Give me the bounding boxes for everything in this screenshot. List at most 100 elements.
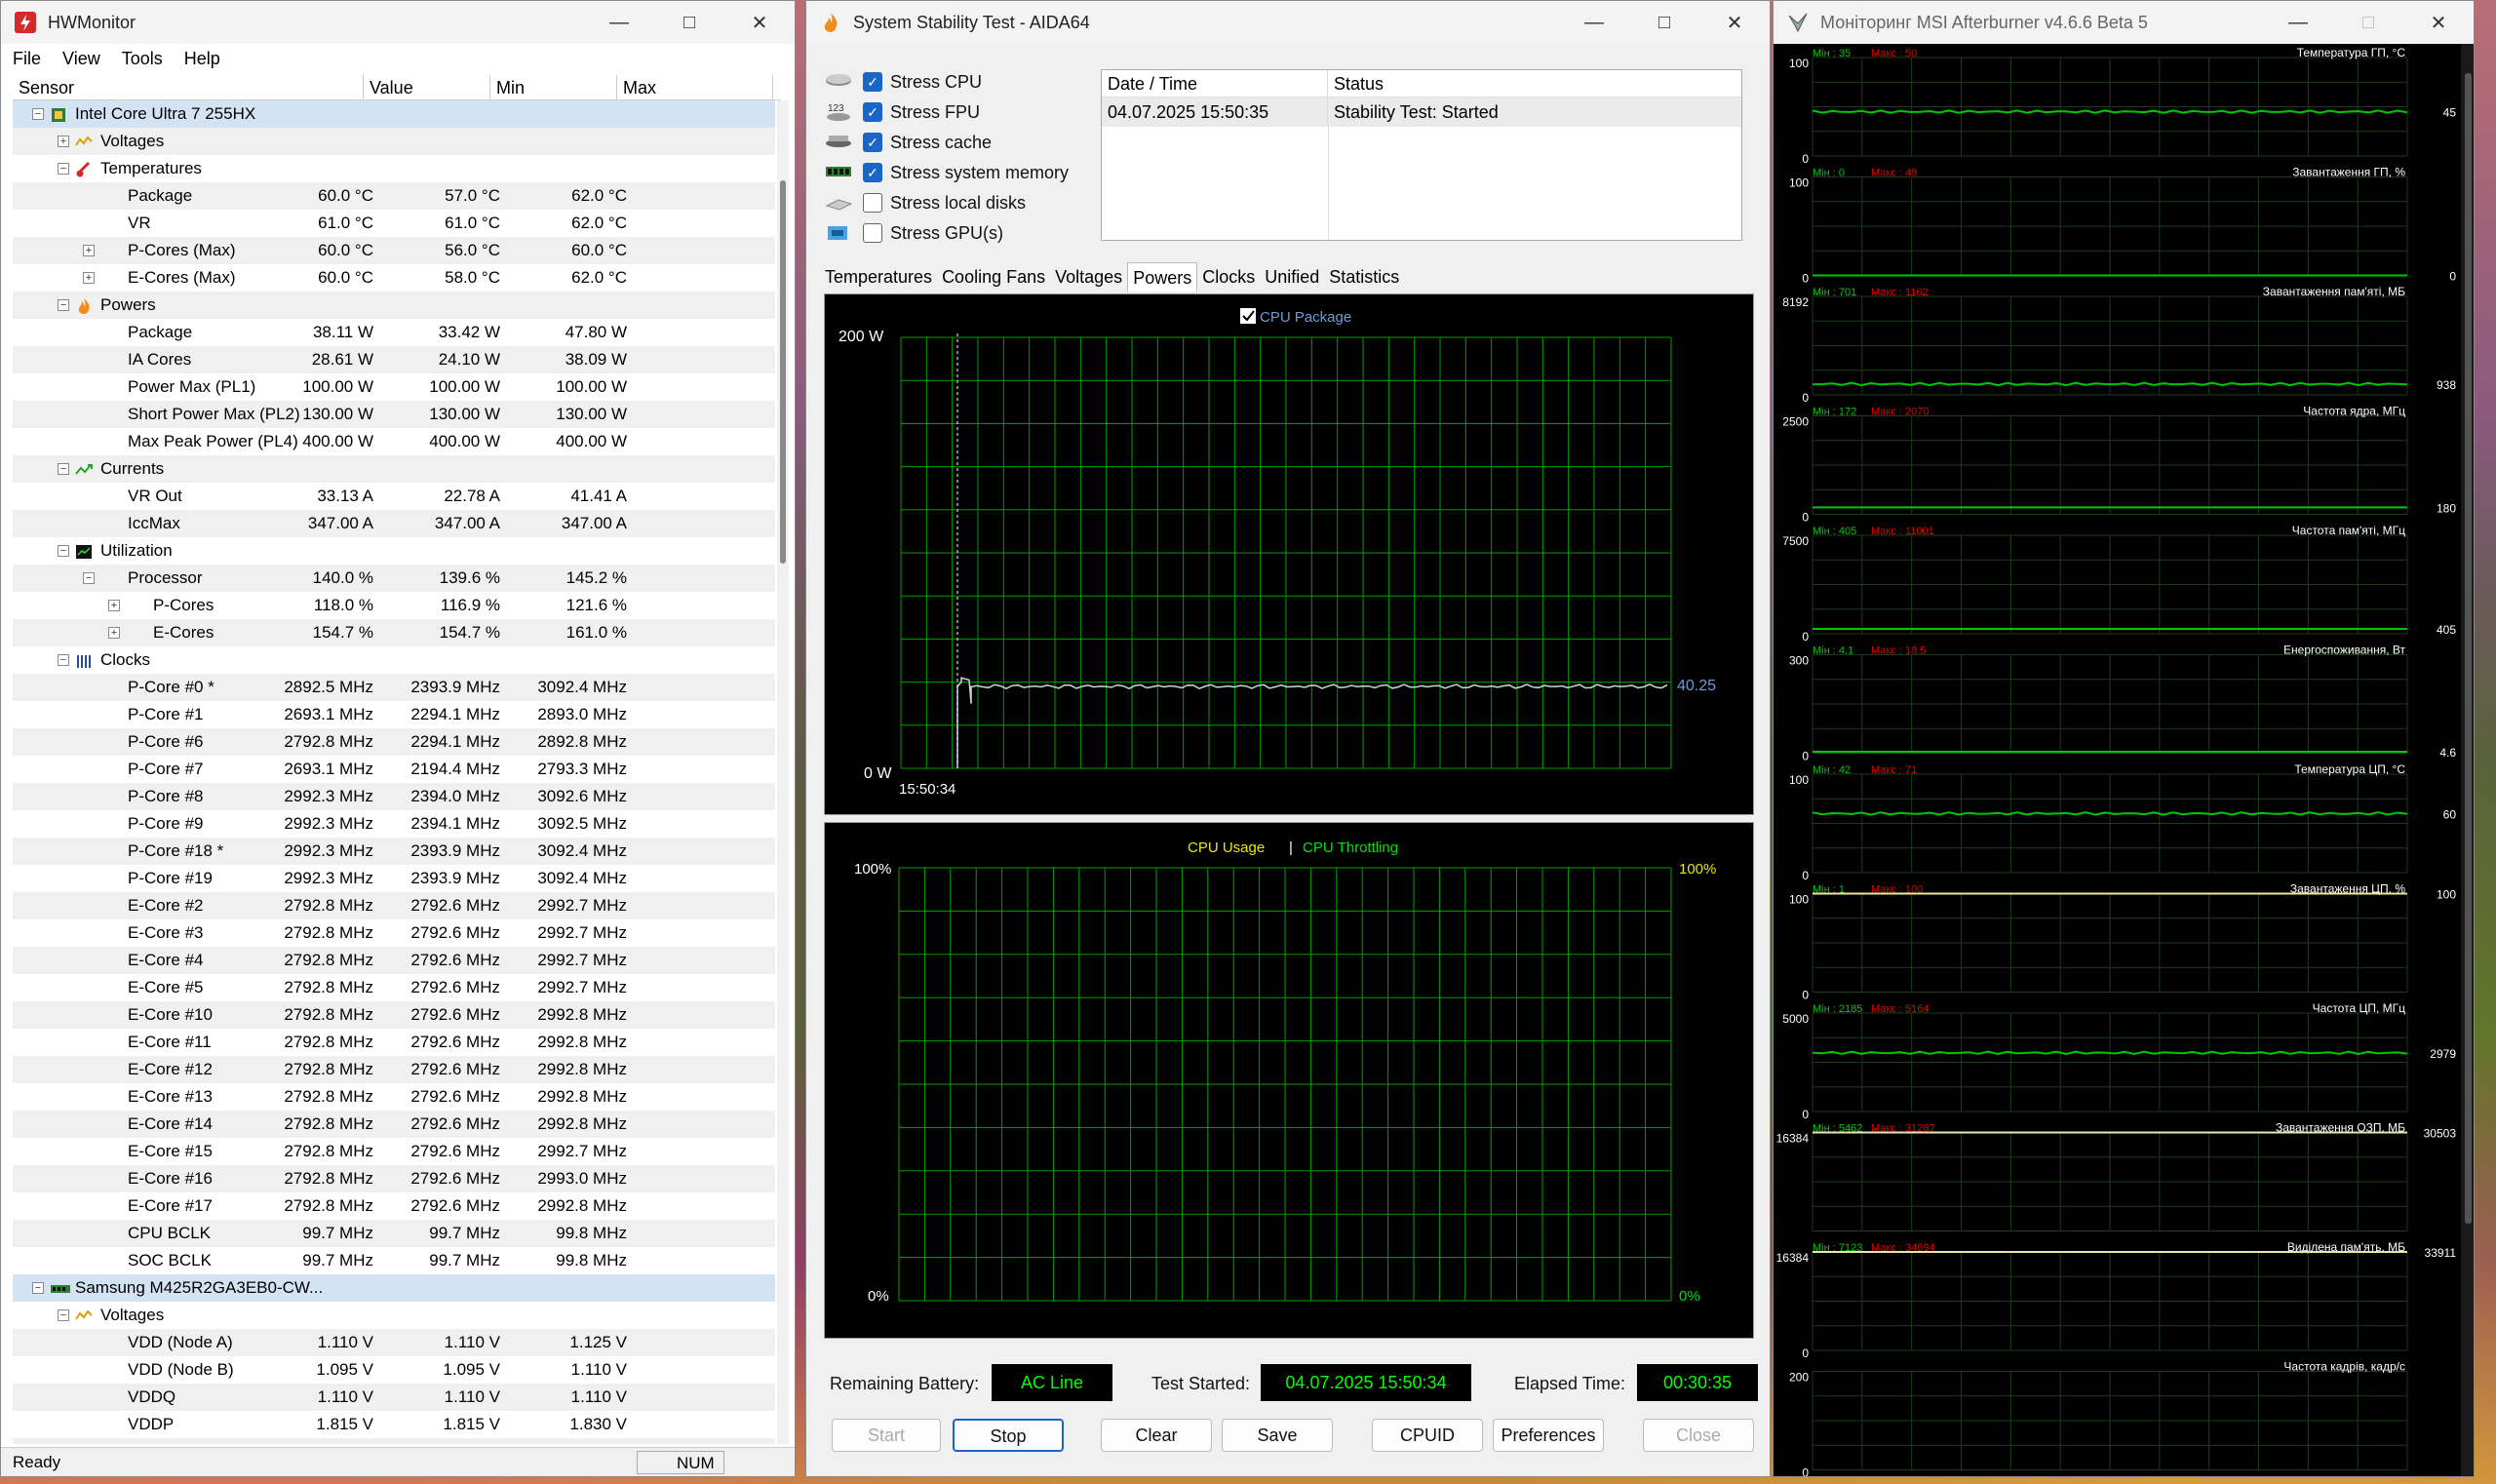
msi-titlebar[interactable]: Моніторинг MSI Afterburner v4.6.6 Beta 5…: [1774, 1, 2474, 44]
menu-help[interactable]: Help: [184, 49, 220, 69]
stop-button[interactable]: Stop: [953, 1419, 1064, 1452]
scrollbar-thumb[interactable]: [2465, 73, 2472, 1224]
collapse-icon[interactable]: −: [58, 545, 69, 557]
close-icon[interactable]: ✕: [724, 1, 795, 44]
sensor-row[interactable]: P-Core #19 2992.3 MHz 2393.9 MHz 3092.4 MHz: [13, 865, 775, 892]
sensor-row[interactable]: E-Core #5 2792.8 MHz 2792.6 MHz 2992.7 MHz: [13, 974, 775, 1001]
sensor-row[interactable]: P-Core #7 2693.1 MHz 2194.4 MHz 2793.3 MHz: [13, 756, 775, 783]
collapse-icon[interactable]: −: [58, 299, 69, 311]
menu-file[interactable]: File: [13, 49, 41, 69]
sensor-row[interactable]: Power Max (PL1) 100.00 W 100.00 W 100.00 W: [13, 373, 775, 401]
close-icon[interactable]: ✕: [2403, 1, 2474, 44]
minimize-icon[interactable]: —: [584, 1, 654, 44]
stress-checkbox[interactable]: ✓: [863, 163, 882, 182]
sensor-row[interactable]: VDDP 1.815 V 1.815 V 1.830 V: [13, 1411, 775, 1438]
sensor-row[interactable]: VDDQ 1.110 V 1.110 V 1.110 V: [13, 1384, 775, 1411]
sensor-row[interactable]: E-Core #11 2792.8 MHz 2792.6 MHz 2992.8 MHz: [13, 1029, 775, 1056]
tab-temperatures[interactable]: Temperatures: [820, 262, 937, 292]
sensor-row[interactable]: Short Power Max (PL2) 130.00 W 130.00 W 130…: [13, 401, 775, 428]
tab-powers[interactable]: Powers: [1127, 262, 1198, 292]
cpuid-button[interactable]: CPUID: [1372, 1419, 1483, 1452]
tab-statistics[interactable]: Statistics: [1324, 262, 1404, 292]
expand-icon[interactable]: +: [83, 272, 95, 284]
sensor-row[interactable]: VOUT 1.8V 1.800 V1.785 V1.800 V: [13, 1438, 775, 1444]
vertical-scrollbar[interactable]: [777, 100, 789, 1444]
save-button[interactable]: Save: [1222, 1419, 1333, 1452]
column-header-datetime[interactable]: Date / Time: [1102, 70, 1328, 97]
sensor-row[interactable]: E-Core #3 2792.8 MHz 2792.6 MHz 2992.7 MHz: [13, 919, 775, 947]
sensor-row[interactable]: E-Core #16 2792.8 MHz 2792.6 MHz 2993.0 MHz: [13, 1165, 775, 1192]
scrollbar-thumb[interactable]: [780, 180, 786, 564]
collapse-icon[interactable]: −: [58, 1309, 69, 1321]
sensor-group-row[interactable]: − Currents: [13, 455, 775, 483]
tab-cooling-fans[interactable]: Cooling Fans: [937, 262, 1050, 292]
sensor-row[interactable]: E-Core #15 2792.8 MHz 2792.6 MHz 2992.7 MHz: [13, 1138, 775, 1165]
stress-checkbox[interactable]: [863, 193, 882, 213]
sensor-group-row[interactable]: − Powers: [13, 292, 775, 319]
minimize-icon[interactable]: —: [1559, 1, 1629, 44]
sensor-row[interactable]: P-Core #18 * 2992.3 MHz 2393.9 MHz 3092.4 M…: [13, 838, 775, 865]
stress-checkbox[interactable]: ✓: [863, 72, 882, 92]
sensor-row[interactable]: VR 61.0 °C 61.0 °C 62.0 °C: [13, 210, 775, 237]
sensor-tree[interactable]: − Intel Core Ultra 7 255HX + Voltages − Tempe…: [13, 100, 775, 1444]
sensor-row[interactable]: Package 38.11 W 33.42 W 47.80 W: [13, 319, 775, 346]
sensor-row[interactable]: E-Core #10 2792.8 MHz 2792.6 MHz 2992.8 MHz: [13, 1001, 775, 1029]
close-button[interactable]: Close: [1643, 1419, 1754, 1452]
preferences-button[interactable]: Preferences: [1493, 1419, 1604, 1452]
aida-titlebar[interactable]: System Stability Test - AIDA64 — □ ✕: [806, 1, 1770, 44]
collapse-icon[interactable]: −: [32, 108, 44, 120]
menu-tools[interactable]: Tools: [122, 49, 163, 69]
cpu-package-checkbox[interactable]: [1240, 308, 1256, 324]
expand-icon[interactable]: +: [108, 627, 120, 639]
sensor-group-row[interactable]: − Voltages: [13, 1302, 775, 1329]
column-header-max[interactable]: Max: [617, 75, 773, 99]
stress-checkbox[interactable]: ✓: [863, 133, 882, 152]
expand-icon[interactable]: +: [58, 136, 69, 147]
collapse-icon[interactable]: −: [58, 163, 69, 175]
stress-checkbox[interactable]: ✓: [863, 102, 882, 122]
sensor-group-row[interactable]: − Intel Core Ultra 7 255HX: [13, 100, 775, 128]
stress-option[interactable]: Stress GPU(s): [824, 222, 1003, 244]
monitor-graphs-panel[interactable]: 100 0 Мін : 35 Макс : 50 Температура ГП, °C 4…: [1774, 44, 2461, 1476]
sensor-group-row[interactable]: − Clocks: [13, 646, 775, 674]
column-header-min[interactable]: Min: [490, 75, 617, 99]
close-icon[interactable]: ✕: [1699, 1, 1770, 44]
tab-clocks[interactable]: Clocks: [1197, 262, 1260, 292]
sensor-row[interactable]: E-Core #17 2792.8 MHz 2792.6 MHz 2992.8 MHz: [13, 1192, 775, 1220]
stress-option[interactable]: ✓ Stress CPU: [824, 71, 982, 93]
stress-option[interactable]: Stress local disks: [824, 192, 1026, 214]
sensor-row[interactable]: + P-Cores (Max) 60.0 °C 56.0 °C 60.0 °C: [13, 237, 775, 264]
sensor-row[interactable]: E-Core #4 2792.8 MHz 2792.6 MHz 2992.7 MHz: [13, 947, 775, 974]
collapse-icon[interactable]: −: [58, 654, 69, 666]
stress-checkbox[interactable]: [863, 223, 882, 243]
sensor-row[interactable]: CPU BCLK 99.7 MHz 99.7 MHz 99.8 MHz: [13, 1220, 775, 1247]
sensor-group-row[interactable]: + Voltages: [13, 128, 775, 155]
expand-icon[interactable]: +: [108, 600, 120, 611]
sensor-row[interactable]: P-Core #9 2992.3 MHz 2394.1 MHz 3092.5 MHz: [13, 810, 775, 838]
clear-button[interactable]: Clear: [1101, 1419, 1212, 1452]
stress-option[interactable]: ✓ Stress cache: [824, 132, 992, 153]
sensor-row[interactable]: + E-Cores 154.7 % 154.7 % 161.0 %: [13, 619, 775, 646]
sensor-row[interactable]: P-Core #0 * 2892.5 MHz 2393.9 MHz 3092.4 MH…: [13, 674, 775, 701]
tab-unified[interactable]: Unified: [1260, 262, 1324, 292]
sensor-row[interactable]: E-Core #12 2792.8 MHz 2792.6 MHz 2992.8 MHz: [13, 1056, 775, 1083]
tab-voltages[interactable]: Voltages: [1050, 262, 1127, 292]
maximize-icon[interactable]: □: [1629, 1, 1699, 44]
menu-view[interactable]: View: [62, 49, 100, 69]
sensor-row[interactable]: P-Core #6 2792.8 MHz 2294.1 MHz 2892.8 MHz: [13, 728, 775, 756]
sensor-group-row[interactable]: − Samsung M425R2GA3EB0-CW...: [13, 1274, 775, 1302]
collapse-icon[interactable]: −: [58, 463, 69, 475]
maximize-icon[interactable]: □: [654, 1, 724, 44]
sensor-row[interactable]: − Processor 140.0 % 139.6 % 145.2 %: [13, 565, 775, 592]
sensor-row[interactable]: E-Core #2 2792.8 MHz 2792.6 MHz 2992.7 MHz: [13, 892, 775, 919]
sensor-row[interactable]: + P-Cores 118.0 % 116.9 % 121.6 %: [13, 592, 775, 619]
sensor-row[interactable]: IA Cores 28.61 W 24.10 W 38.09 W: [13, 346, 775, 373]
sensor-row[interactable]: SOC BCLK 99.7 MHz 99.7 MHz 99.8 MHz: [13, 1247, 775, 1274]
sensor-row[interactable]: VR Out 33.13 A 22.78 A 41.41 A: [13, 483, 775, 510]
sensor-row[interactable]: Max Peak Power (PL4) 400.00 W 400.00 W 400.…: [13, 428, 775, 455]
column-header-value[interactable]: Value: [364, 75, 490, 99]
vertical-scrollbar[interactable]: [2461, 44, 2474, 1476]
sensor-row[interactable]: Package 60.0 °C 57.0 °C 62.0 °C: [13, 182, 775, 210]
sensor-group-row[interactable]: − Utilization: [13, 537, 775, 565]
column-header-sensor[interactable]: Sensor: [13, 75, 364, 99]
